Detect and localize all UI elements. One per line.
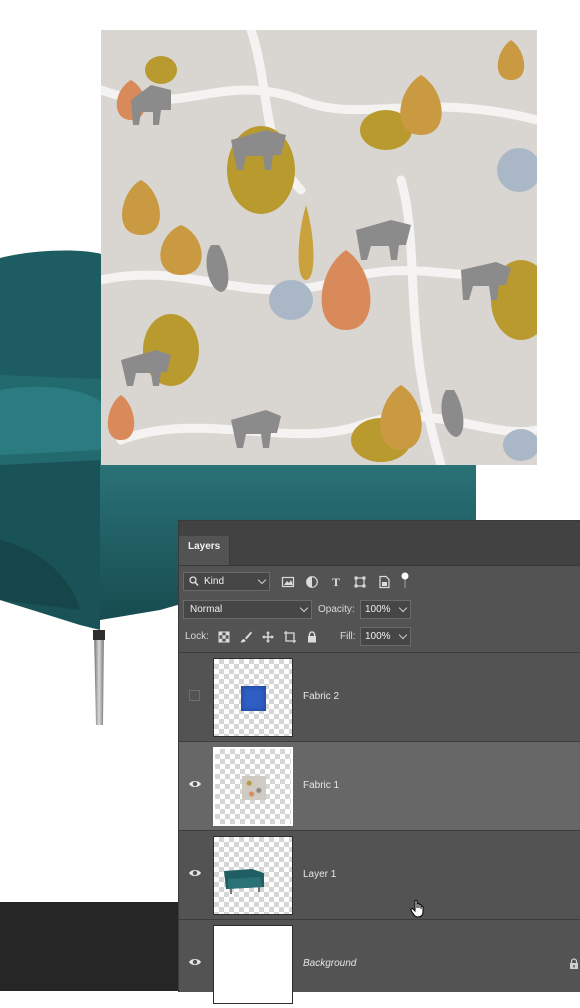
lock-all-icon[interactable]: [305, 630, 319, 644]
hand-cursor-icon: [410, 899, 424, 918]
blue-fabric-swatch: [241, 686, 266, 711]
chevron-down-icon: [299, 603, 309, 613]
tab-layers[interactable]: Layers: [179, 536, 231, 565]
eye-icon[interactable]: [188, 866, 202, 880]
artboard-lock-icon[interactable]: [283, 630, 297, 644]
blend-mode-select[interactable]: Normal: [183, 600, 312, 619]
opacity-field[interactable]: 100%: [360, 600, 411, 619]
opacity-value: 100%: [365, 604, 391, 615]
brush-icon[interactable]: [239, 630, 253, 644]
layer-thumbnail: [213, 836, 293, 915]
layer-row-fabric-2[interactable]: Fabric 2: [179, 652, 580, 741]
chevron-down-icon: [257, 575, 267, 585]
pixel-layer-filter-icon[interactable]: [281, 575, 295, 589]
filter-kind-label: Kind: [204, 576, 225, 587]
filter-kind-select[interactable]: Kind: [183, 572, 270, 591]
fill-value: 100%: [365, 631, 391, 642]
panel-tab-bar: Layers: [179, 521, 580, 566]
layer-name: Layer 1: [303, 869, 337, 880]
layer-thumbnail: [213, 925, 293, 1004]
patterned-fabric-swatch: [242, 776, 266, 800]
layer-thumbnail: [213, 658, 293, 737]
layer-row-background[interactable]: Background: [179, 919, 580, 1008]
blend-row: Normal Opacity: 100%: [179, 597, 580, 623]
eye-icon[interactable]: [188, 955, 202, 969]
lock-transparent-pixels-icon[interactable]: [217, 630, 231, 644]
chevron-down-icon: [398, 630, 408, 640]
layer-row-layer-1[interactable]: Layer 1: [179, 830, 580, 919]
chevron-down-icon: [398, 603, 408, 613]
layer-name: Fabric 1: [303, 780, 340, 791]
layers-panel: Layers Kind T Normal Opacity: 100% Lock:…: [178, 520, 580, 1004]
pasteboard: [0, 902, 180, 991]
lock-label: Lock:: [185, 631, 209, 642]
filter-toggle-icon[interactable]: [401, 571, 409, 589]
lock-icon[interactable]: [569, 958, 579, 970]
search-icon: [189, 576, 199, 586]
layer-thumbnail: [213, 747, 293, 826]
blend-mode-value: Normal: [190, 604, 223, 615]
teal-sofa-thumbnail: [224, 869, 264, 894]
smart-object-filter-icon[interactable]: [377, 575, 391, 589]
fill-field[interactable]: 100%: [360, 627, 411, 646]
layer-row-fabric-1[interactable]: Fabric 1: [179, 741, 580, 830]
visibility-toggle-off[interactable]: [189, 690, 200, 701]
layer-name: Fabric 2: [303, 691, 340, 702]
type-layer-filter-icon[interactable]: T: [329, 575, 343, 589]
shape-layer-filter-icon[interactable]: [353, 575, 367, 589]
opacity-label: Opacity:: [318, 604, 355, 615]
fill-label: Fill:: [340, 631, 356, 642]
filter-row: Kind T: [179, 569, 580, 595]
lock-row: Lock: Fill: 100%: [179, 624, 580, 650]
adjustment-layer-filter-icon[interactable]: [305, 575, 319, 589]
eye-icon[interactable]: [188, 777, 202, 791]
move-icon[interactable]: [261, 630, 275, 644]
layer-name: Background: [303, 958, 357, 969]
fabric-pattern-image: [101, 30, 537, 465]
